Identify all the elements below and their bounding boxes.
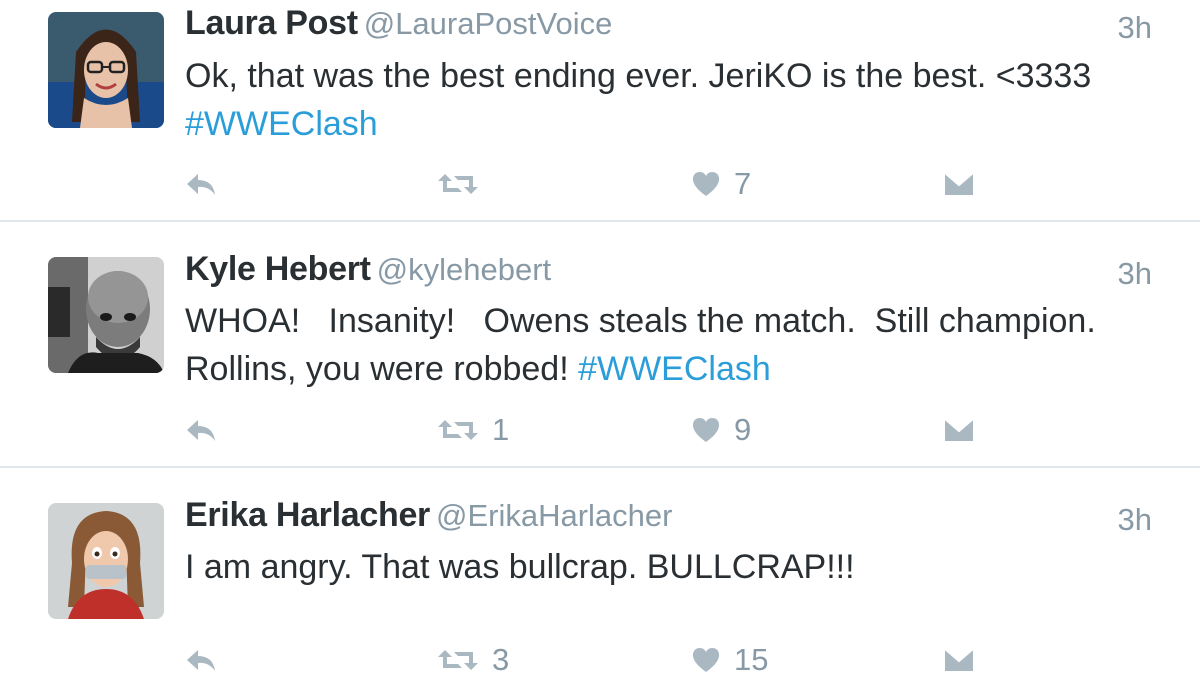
retweet-count: 1 <box>492 412 510 447</box>
retweet-icon <box>438 174 478 194</box>
retweet-count: 3 <box>492 642 510 675</box>
tweet-header: Erika Harlacher @ErikaHarlacher 3h <box>185 496 1152 546</box>
tweet-header: Laura Post @LauraPostVoice 3h <box>185 4 1152 54</box>
tweet-timeline: Laura Post @LauraPostVoice 3h Ok, that wa… <box>0 0 1200 675</box>
direct-message-button[interactable] <box>944 164 974 204</box>
retweet-button[interactable] <box>438 164 492 204</box>
reply-icon <box>187 420 215 441</box>
direct-message-icon <box>944 172 974 195</box>
tweet-header: Kyle Hebert @kylehebert 3h <box>185 250 1152 300</box>
avatar-laura-post[interactable] <box>48 12 164 128</box>
timestamp[interactable]: 3h <box>1118 10 1152 46</box>
heart-icon <box>692 418 720 442</box>
tweet-actions: 1 9 <box>0 410 1200 450</box>
user-name[interactable]: Erika Harlacher <box>185 496 430 534</box>
tweet-text-line: WHOA! Insanity! Owens steals the match. … <box>185 302 1096 340</box>
avatar-erika-harlacher[interactable] <box>48 503 164 619</box>
reply-button[interactable] <box>185 640 217 675</box>
like-count: 15 <box>734 642 769 675</box>
retweet-icon <box>438 420 478 440</box>
like-button[interactable]: 15 <box>692 640 768 675</box>
user-name[interactable]: Laura Post <box>185 4 358 42</box>
like-count: 9 <box>734 412 752 447</box>
tweet-text-line: I am angry. That was bullcrap. BULLCRAP!… <box>185 548 855 586</box>
tweet-actions: 3 15 <box>0 640 1200 675</box>
heart-icon <box>692 172 720 196</box>
retweet-button[interactable]: 3 <box>438 640 509 675</box>
tweet-text: WHOA! Insanity! Owens steals the match. … <box>185 297 1152 393</box>
timestamp[interactable]: 3h <box>1118 256 1152 292</box>
timestamp[interactable]: 3h <box>1118 502 1152 538</box>
tweet-kyle-hebert[interactable]: Kyle Hebert @kylehebert 3h WHOA! Insanity… <box>0 222 1200 467</box>
heart-icon <box>692 648 720 672</box>
reply-button[interactable] <box>185 164 217 204</box>
tweet-erika-harlacher[interactable]: Erika Harlacher @ErikaHarlacher 3h I am a… <box>0 468 1200 675</box>
user-handle[interactable]: @ErikaHarlacher <box>436 498 672 533</box>
direct-message-icon <box>944 418 974 441</box>
hashtag-link[interactable]: #WWEClash <box>578 350 771 388</box>
reply-button[interactable] <box>185 410 217 450</box>
tweet-text: Ok, that was the best ending ever. JeriK… <box>185 52 1152 148</box>
user-handle[interactable]: @LauraPostVoice <box>364 6 613 41</box>
tweet-text: I am angry. That was bullcrap. BULLCRAP!… <box>185 543 1152 591</box>
user-name[interactable]: Kyle Hebert <box>185 250 371 288</box>
tweet-laura-post[interactable]: Laura Post @LauraPostVoice 3h Ok, that wa… <box>0 0 1200 221</box>
like-button[interactable]: 7 <box>692 164 751 204</box>
reply-icon <box>187 174 215 195</box>
avatar-kyle-hebert[interactable] <box>48 257 164 373</box>
like-count: 7 <box>734 166 752 201</box>
reply-icon <box>187 650 215 671</box>
retweet-icon <box>438 650 478 670</box>
retweet-button[interactable]: 1 <box>438 410 509 450</box>
like-button[interactable]: 9 <box>692 410 751 450</box>
tweet-actions: 7 <box>0 164 1200 204</box>
direct-message-button[interactable] <box>944 640 974 675</box>
tweet-text-line: Ok, that was the best ending ever. JeriK… <box>185 57 1092 95</box>
direct-message-button[interactable] <box>944 410 974 450</box>
hashtag-link[interactable]: #WWEClash <box>185 105 378 143</box>
direct-message-icon <box>944 648 974 671</box>
tweet-text-line: Rollins, you were robbed! <box>185 350 579 388</box>
user-handle[interactable]: @kylehebert <box>377 252 552 287</box>
